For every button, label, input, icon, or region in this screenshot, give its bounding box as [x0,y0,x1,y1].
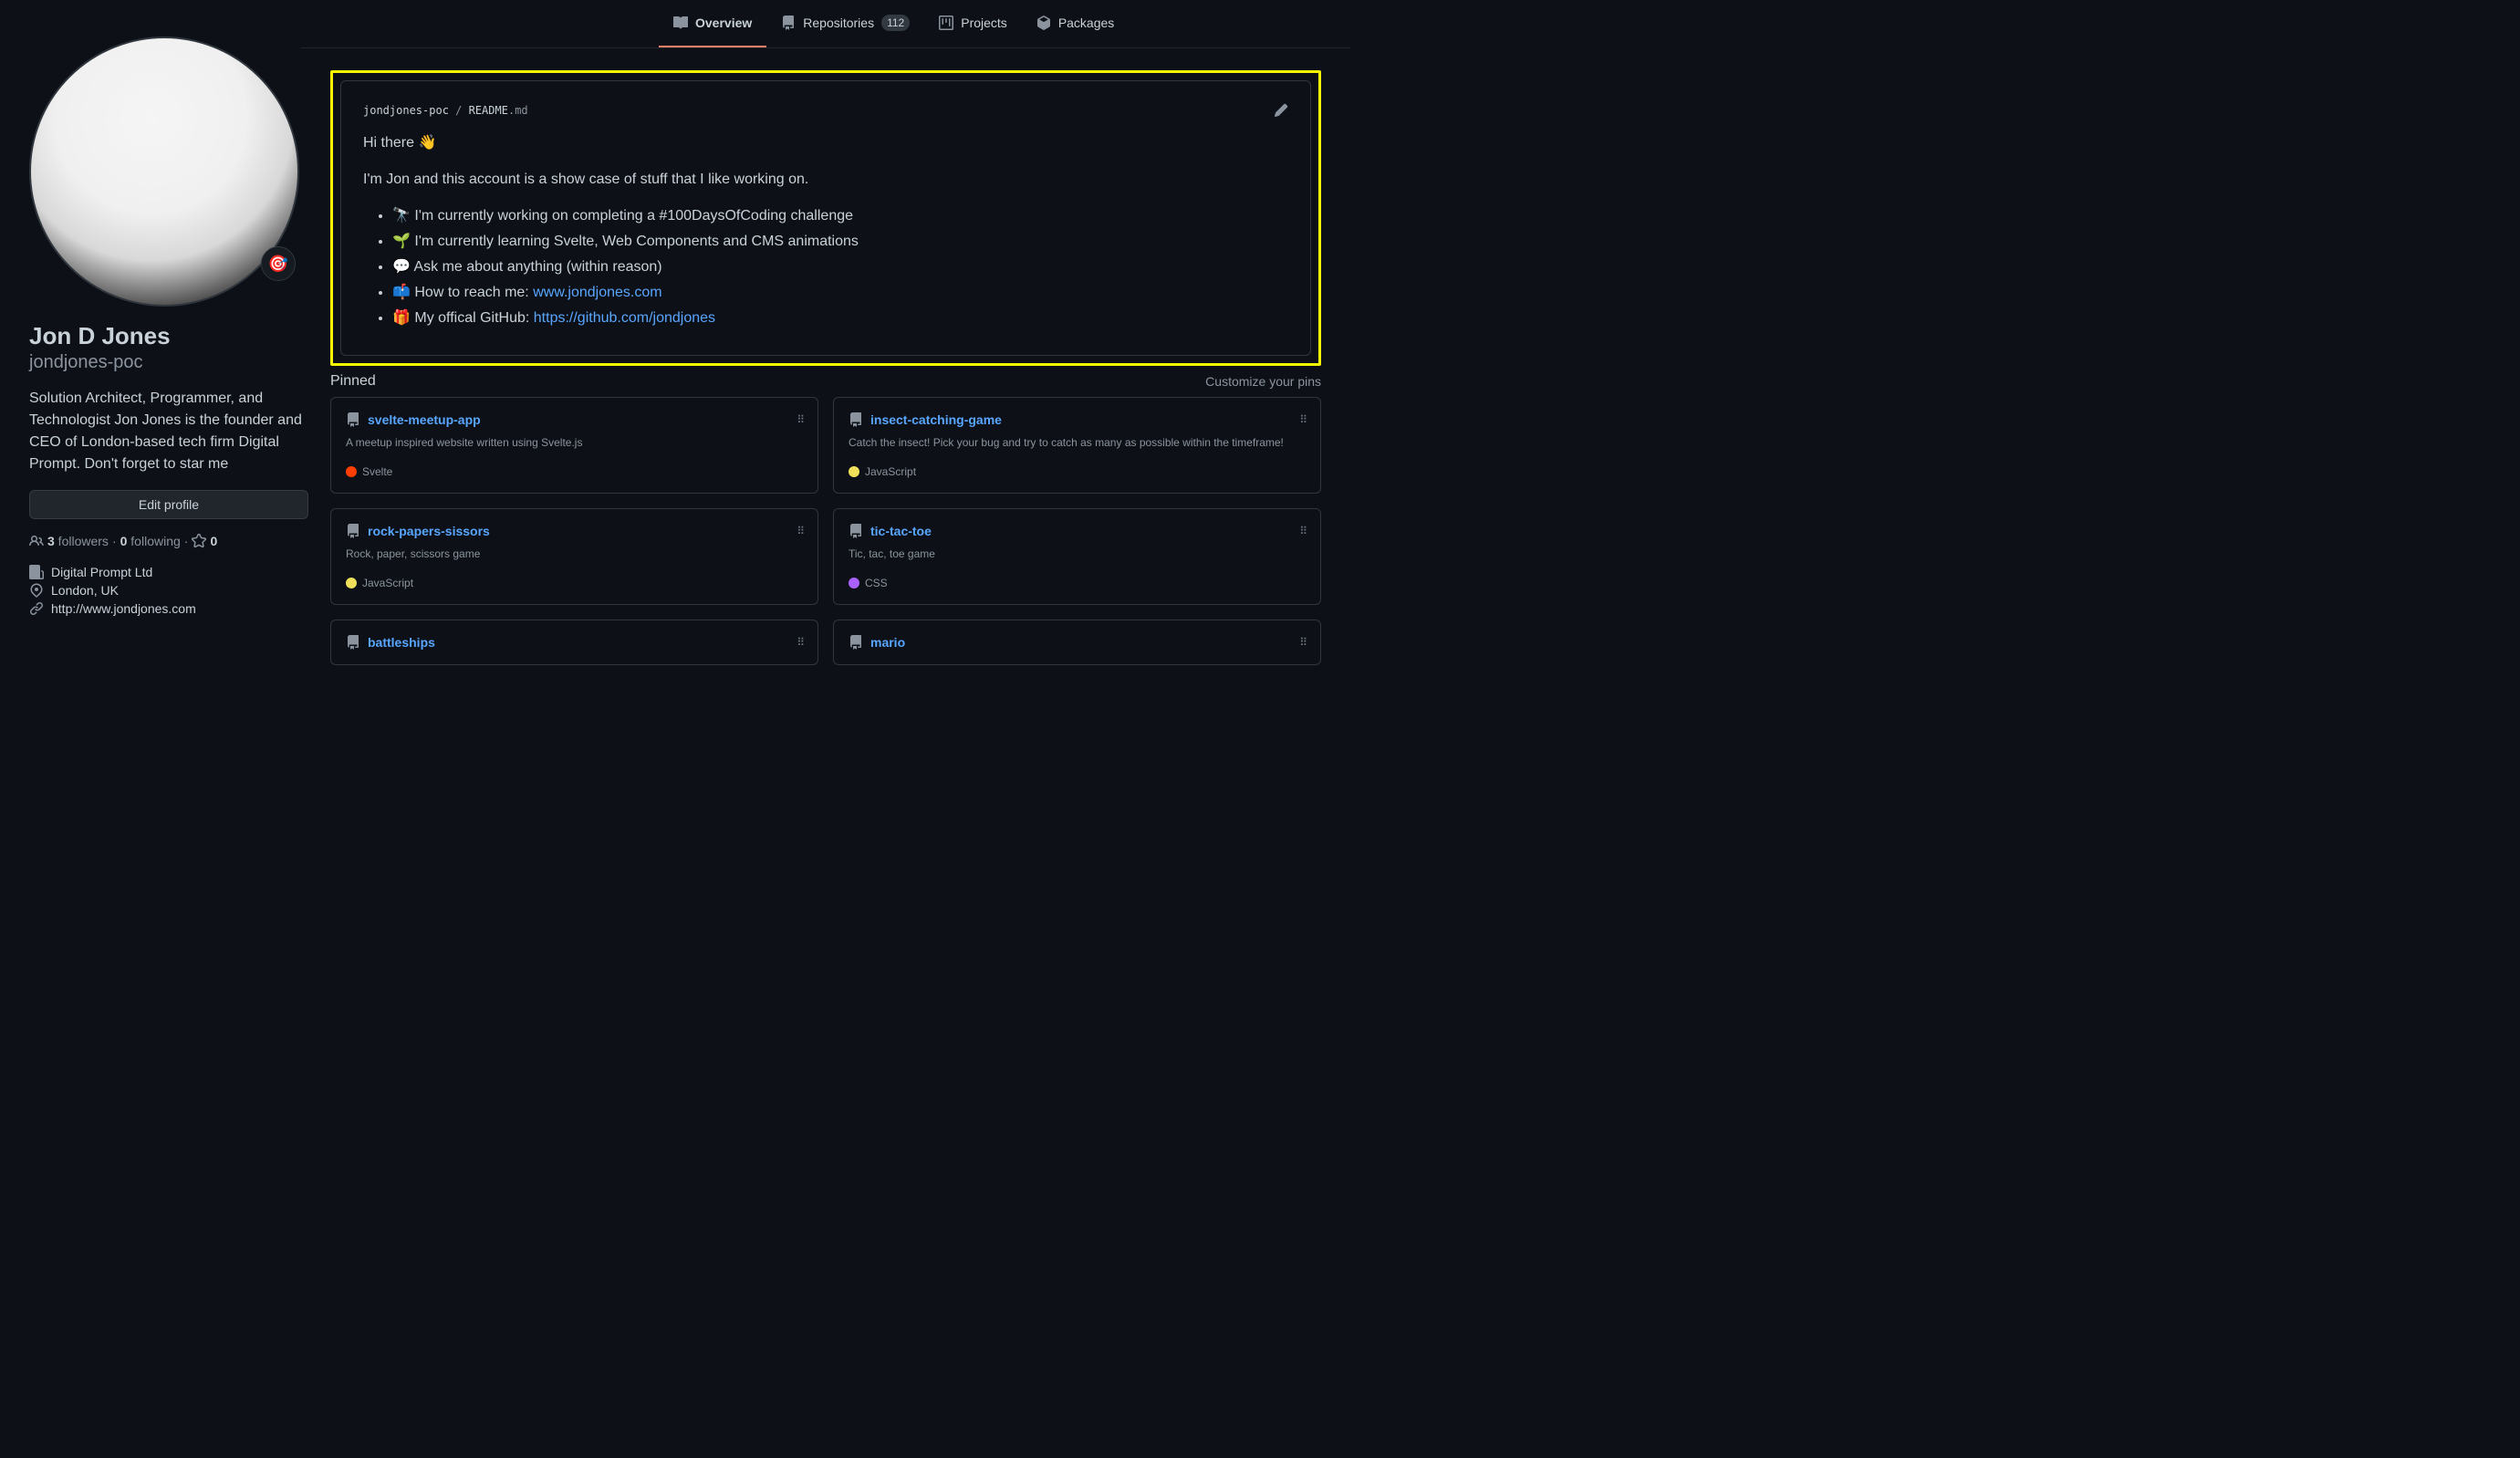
grabber-icon[interactable]: ⠿ [1299,636,1306,649]
tab-projects[interactable]: Projects [924,0,1022,47]
status-emoji: 🎯 [268,255,288,274]
tab-packages[interactable]: Packages [1022,0,1129,47]
repo-icon [849,412,863,427]
repo-icon [849,635,863,650]
pinned-repo-link[interactable]: insect-catching-game [870,412,1002,427]
pinned-repo-link[interactable]: svelte-meetup-app [368,412,481,427]
pinned-lang: CSS [849,577,1306,589]
readme-content: Hi there 👋 I'm Jon and this account is a… [363,132,1288,329]
profile-tabs: Overview Repositories 112 Projects Packa… [301,0,1350,48]
project-icon [939,16,953,30]
pinned-grid: svelte-meetup-app ⠿ A meetup inspired webs… [330,397,1321,665]
pinned-card: tic-tac-toe ⠿ Tic, tac, toe game CSS [833,508,1321,605]
repo-icon [781,16,796,30]
grabber-icon[interactable]: ⠿ [797,525,803,537]
tab-overview[interactable]: Overview [659,0,766,47]
grabber-icon[interactable]: ⠿ [1299,525,1306,537]
pinned-repo-link[interactable]: rock-papers-sissors [368,524,490,538]
repo-icon [346,524,360,538]
followers-link[interactable]: 3 followers [47,534,109,548]
readme-greeting: Hi there 👋 [363,132,1288,154]
link-icon [29,601,44,616]
grabber-icon[interactable]: ⠿ [1299,413,1306,426]
pencil-icon[interactable] [1274,103,1288,118]
github-link[interactable]: https://github.com/jondjones [534,310,715,326]
location-icon [29,583,44,598]
pinned-desc: Catch the insect! Pick your bug and try … [849,434,1306,451]
pinned-lang: JavaScript [849,465,1306,478]
customize-pins-link[interactable]: Customize your pins [1205,374,1321,389]
pinned-desc: Rock, paper, scissors game [346,546,803,562]
pinned-lang: JavaScript [346,577,803,589]
stars-count[interactable]: 0 [210,534,217,548]
readme-item-reach: 📫 How to reach me: www.jondjones.com [392,282,1288,304]
detail-location: London, UK [29,581,308,599]
edit-profile-button[interactable]: Edit profile [29,490,308,519]
pinned-card: mario ⠿ [833,620,1321,665]
star-icon [192,534,206,548]
pinned-repo-link[interactable]: mario [870,635,905,650]
book-icon [673,16,688,30]
pinned-repo-link[interactable]: battleships [368,635,435,650]
profile-name: Jon D Jones [29,321,308,351]
repo-icon [346,635,360,650]
readme-highlight: jondjones-poc / README.md Hi there 👋 I'm… [330,70,1321,366]
tab-repositories[interactable]: Repositories 112 [766,0,924,47]
lang-dot [346,578,357,588]
package-icon [1036,16,1051,30]
following-link[interactable]: 0 following [120,534,181,548]
grabber-icon[interactable]: ⠿ [797,413,803,426]
detail-website[interactable]: http://www.jondjones.com [29,599,308,618]
pinned-card: insect-catching-game ⠿ Catch the insect! P… [833,397,1321,494]
people-icon [29,534,44,548]
repo-icon [346,412,360,427]
reach-link[interactable]: www.jondjones.com [533,285,661,300]
pinned-card: svelte-meetup-app ⠿ A meetup inspired webs… [330,397,818,494]
pinned-desc: A meetup inspired website written using … [346,434,803,451]
pinned-repo-link[interactable]: tic-tac-toe [870,524,932,538]
readme-path[interactable]: jondjones-poc / README.md [363,104,528,117]
lang-dot [849,578,859,588]
pinned-card: rock-papers-sissors ⠿ Rock, paper, scissor… [330,508,818,605]
follow-stats: 3 followers · 0 following · 0 [29,534,308,548]
repo-count: 112 [881,15,910,31]
readme-box: jondjones-poc / README.md Hi there 👋 I'm… [340,80,1311,356]
readme-intro: I'm Jon and this account is a show case … [363,169,1288,191]
readme-item-working: 🔭 I'm currently working on completing a … [392,205,1288,227]
pinned-desc: Tic, tac, toe game [849,546,1306,562]
pinned-heading: Pinned [330,373,376,390]
pinned-card: battleships ⠿ [330,620,818,665]
status-badge[interactable]: 🎯 [261,246,296,281]
profile-bio: Solution Architect, Programmer, and Tech… [29,388,308,475]
lang-dot [346,466,357,477]
pinned-lang: Svelte [346,465,803,478]
readme-item-learning: 🌱 I'm currently learning Svelte, Web Com… [392,231,1288,253]
profile-username: jondjones-poc [29,351,308,373]
avatar[interactable] [29,36,299,307]
building-icon [29,565,44,579]
readme-item-github: 🎁 My offical GitHub: https://github.com/… [392,307,1288,329]
grabber-icon[interactable]: ⠿ [797,636,803,649]
readme-item-ask: 💬 Ask me about anything (within reason) [392,256,1288,278]
repo-icon [849,524,863,538]
lang-dot [849,466,859,477]
avatar-container: 🎯 [29,36,299,307]
detail-company: Digital Prompt Ltd [29,563,308,581]
